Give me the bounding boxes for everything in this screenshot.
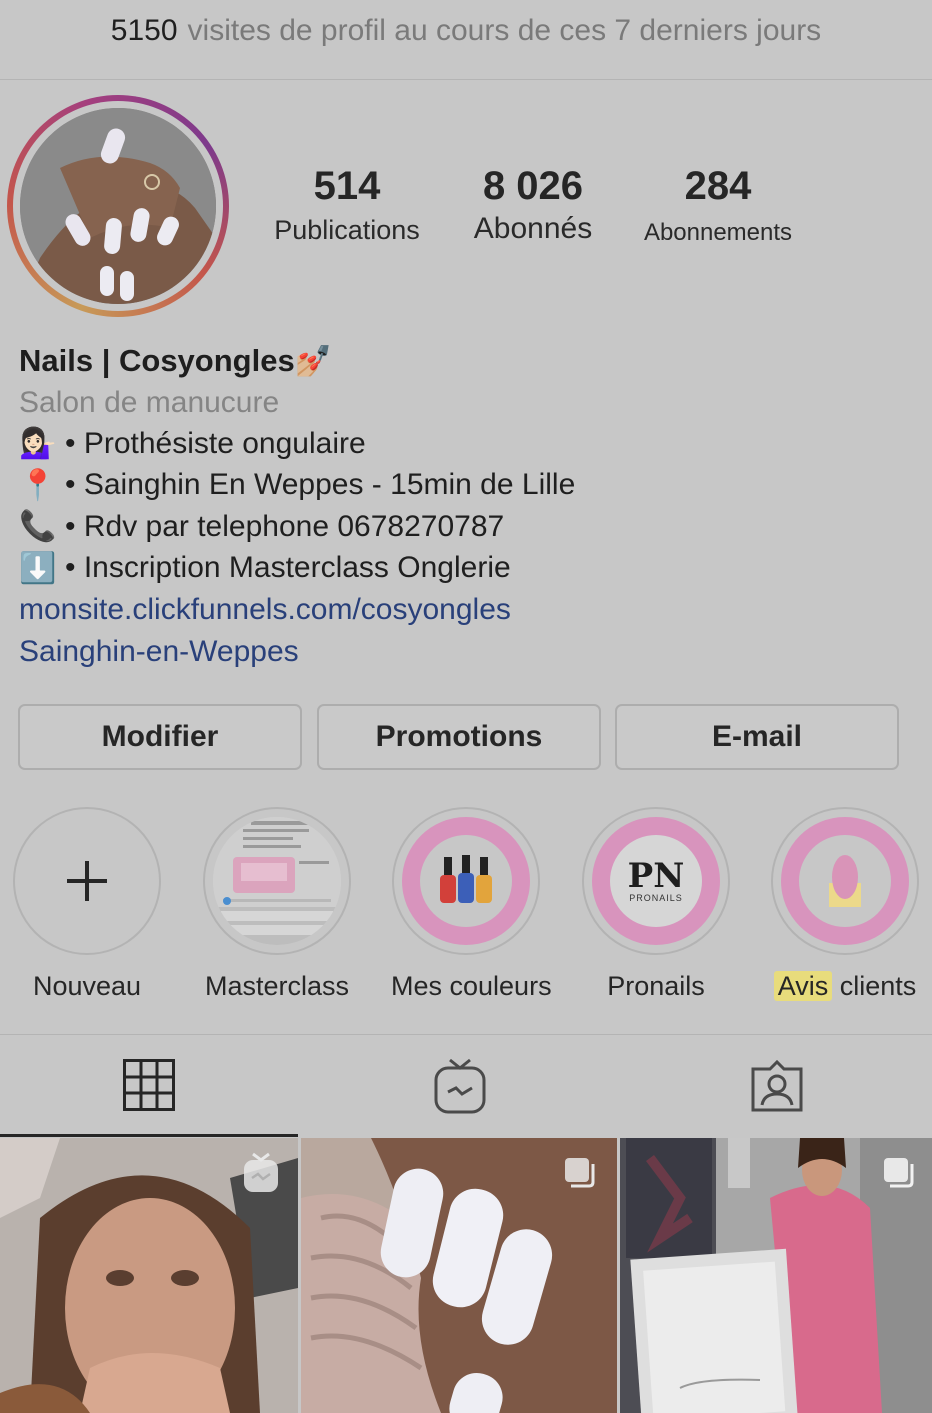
profile-name: Nails | Cosyongles 💅🏼 [19,340,919,382]
highlight-label: Masterclass [204,971,350,1001]
highlight-label-marked: Avis [773,971,833,1001]
visits-text: visites de profil au cours de ces 7 dern… [187,13,822,47]
pronails-logo: PN [627,856,685,896]
post-grid [0,1138,932,1413]
followers-label: Abonnés [473,212,593,245]
highlight-label: Avis clients [770,971,920,1002]
profile-name-text: Nails | Cosyongles [19,343,295,378]
multiple-posts-icon [563,1156,599,1192]
grid-icon [123,1058,175,1111]
bio-website-link[interactable]: monsite.clickfunnels.com/cosyongles [19,589,919,631]
publications-count: 514 [313,164,381,208]
highlight-new[interactable]: Nouveau [12,807,162,1002]
pronails-logo-text: PRONAILS [629,893,683,903]
bio-line-text: • Sainghin En Weppes - 15min de Lille [65,468,576,502]
igtv-icon [434,1058,486,1114]
tab-tagged[interactable] [626,1035,928,1137]
bio-line-text: • Inscription Masterclass Onglerie [65,551,511,585]
nail-polish-emoji: 💅🏼 [294,344,333,378]
stat-followers[interactable]: 8 026 Abonnés [458,164,608,246]
publications-label: Publications [274,215,420,245]
highlight-colors[interactable]: Mes couleurs [391,807,552,1002]
pin-emoji: 📍 [19,468,57,502]
masterclass-thumbnail [213,817,341,945]
tab-grid[interactable] [0,1035,298,1137]
visits-count: 5150 [110,13,178,47]
profile-bio: Nails | Cosyongles 💅🏼 Salon de manucure … [19,340,919,672]
stat-following[interactable]: 284 Abonnements [630,164,806,247]
bio-line: 💁🏻‍♀️ • Prothésiste ongulaire [19,423,919,465]
profile-tabs [0,1034,932,1137]
plus-icon [65,859,109,903]
down-arrow-emoji: ⬇️ [19,551,57,585]
person-tipping-hand-emoji: 💁🏻‍♀️ [19,427,57,461]
tab-igtv[interactable] [310,1035,610,1137]
tagged-icon [750,1059,804,1113]
nail-icon [825,853,865,909]
highlight-label: Nouveau [32,971,142,1001]
bio-line: 📍 • Sainghin En Weppes - 15min de Lille [19,465,919,507]
bio-line-text: • Prothésiste ongulaire [65,426,366,460]
post-thumbnail[interactable] [0,1138,298,1413]
profile-category: Salon de manucure [19,386,280,419]
highlight-masterclass[interactable]: Masterclass [202,807,352,1002]
multiple-posts-icon [882,1156,918,1192]
edit-profile-button[interactable]: Modifier [18,704,302,770]
bio-line: 📞 • Rdv par telephone 0678270787 [19,506,919,548]
followers-count: 8 026 [482,164,584,208]
avatar-photo [20,108,216,304]
nail-polish-bottles-icon [438,853,494,909]
stat-publications[interactable]: 514 Publications [262,164,432,246]
profile-visits-banner[interactable]: 5150 visites de profil au cours de ces 7… [0,0,932,80]
bio-location-link[interactable]: Sainghin-en-Weppes [19,631,919,673]
following-label: Abonnements [643,219,793,246]
highlight-pronails[interactable]: PN PRONAILS Pronails [581,807,731,1002]
highlight-label: Pronails [607,971,705,1001]
promotions-button[interactable]: Promotions [317,704,601,770]
igtv-badge-icon [242,1152,280,1194]
phone-emoji: 📞 [19,510,57,544]
bio-line: ⬇️ • Inscription Masterclass Onglerie [19,548,919,590]
email-button[interactable]: E-mail [615,704,899,770]
following-count: 284 [684,164,752,208]
profile-avatar[interactable] [7,95,229,317]
post-thumbnail[interactable] [301,1138,617,1413]
highlight-reviews[interactable]: Avis clients [770,807,920,1002]
highlight-label: Mes couleurs [391,971,552,1001]
post-thumbnail[interactable] [620,1138,932,1413]
highlight-label-rest: clients [839,971,917,1001]
bio-line-text: • Rdv par telephone 0678270787 [65,509,505,543]
